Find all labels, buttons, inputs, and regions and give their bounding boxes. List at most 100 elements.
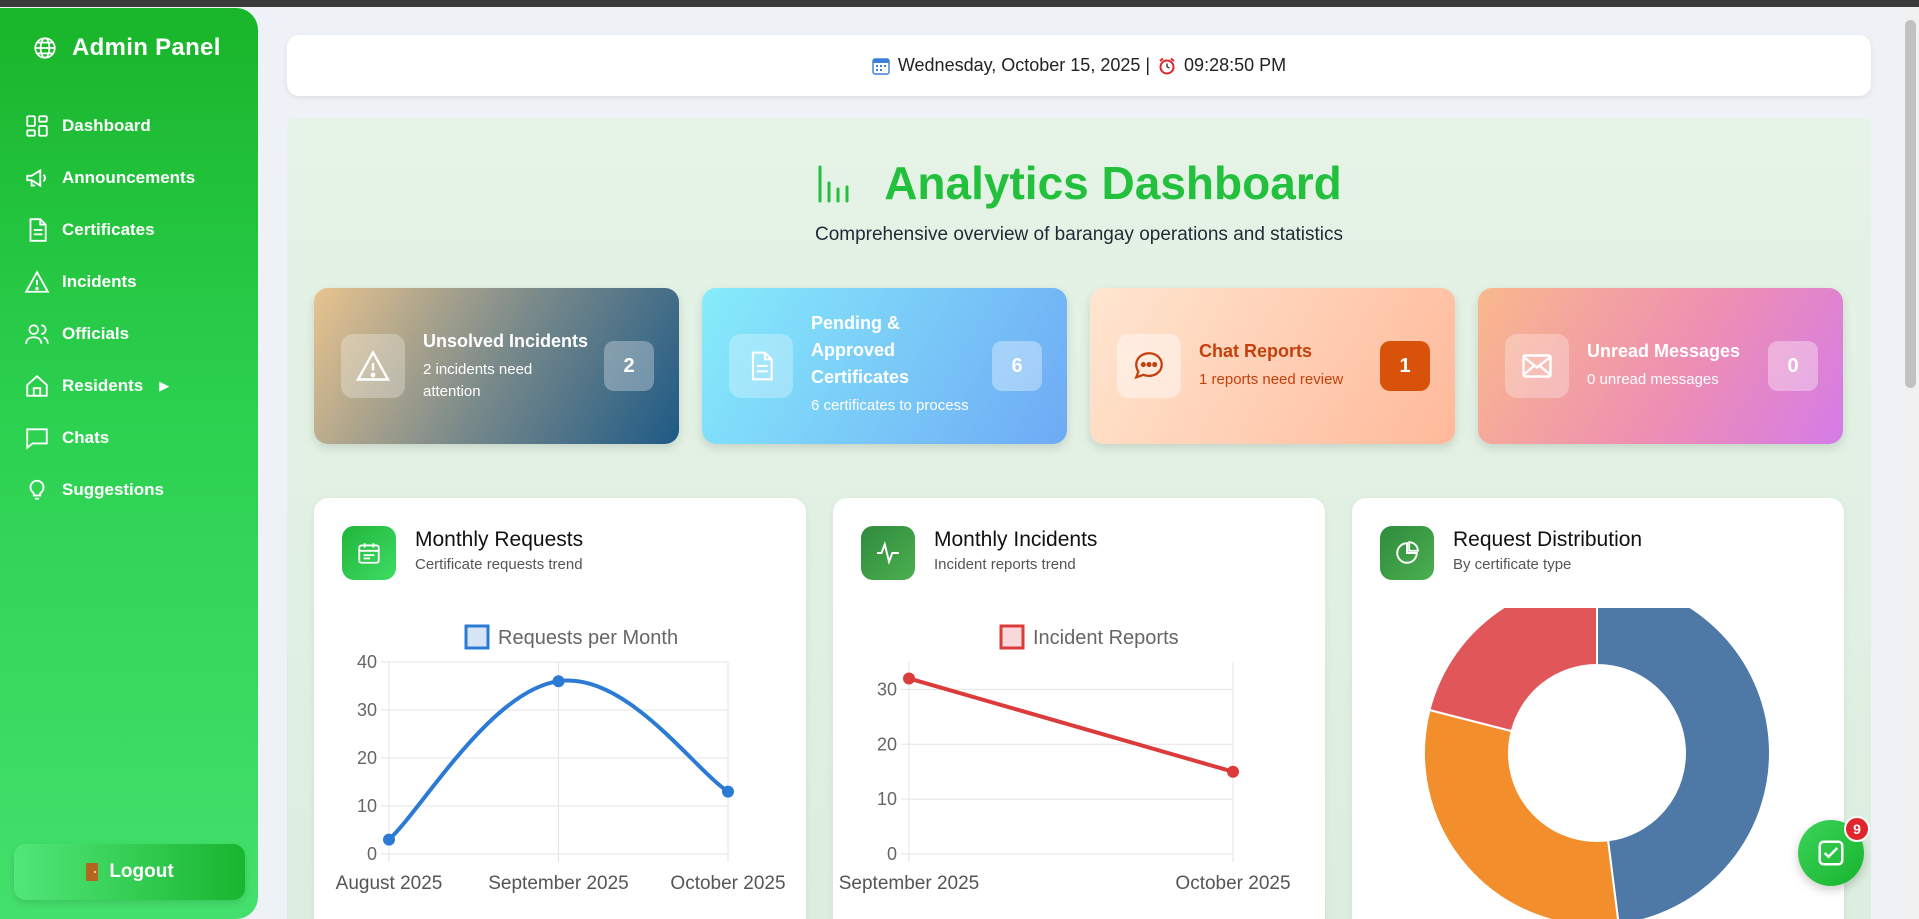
chat-icon: [26, 428, 48, 450]
data-point: [552, 675, 565, 688]
sidebar-item-dashboard[interactable]: Dashboard: [24, 100, 244, 152]
logout-label: Logout: [109, 861, 174, 882]
brand-title: Admin Panel: [72, 34, 221, 61]
chart-icon-box: [342, 526, 396, 580]
chart-subtitle: Incident reports trend: [934, 556, 1076, 573]
calendar-icon: [358, 543, 380, 564]
chart-subtitle: Certificate requests trend: [415, 556, 583, 573]
sidebar-item-chats[interactable]: Chats: [24, 412, 244, 464]
stat-text: Unsolved Incidents 2 incidents need atte…: [423, 328, 593, 403]
x-tick-label: October 2025: [670, 873, 785, 894]
chart-icon-box: [1380, 526, 1434, 580]
stat-icon-box: [1117, 334, 1181, 398]
stat-desc: 6 certificates to process: [811, 397, 969, 414]
sidebar-item-label: Dashboard: [62, 116, 151, 135]
sidebar-item-officials[interactable]: Officials: [24, 308, 244, 360]
stat-desc: 2 incidents need attention: [423, 361, 533, 400]
document-icon: [29, 218, 47, 242]
data-point: [722, 785, 734, 798]
caret-right-icon: ▶: [159, 378, 170, 393]
activity-icon: [877, 541, 899, 565]
analytics-panel: Analytics Dashboard Comprehensive overvi…: [287, 118, 1871, 919]
scrollbar-thumb[interactable]: [1905, 20, 1916, 388]
data-point: [1227, 765, 1239, 778]
y-tick-label: 0: [887, 844, 897, 864]
envelope-icon: [1522, 354, 1552, 378]
donut-slice: [1423, 708, 1619, 919]
sidebar-item-label: Incidents: [62, 272, 137, 291]
datetime-bar: Wednesday, October 15, 2025 | 09:28:50 P…: [287, 35, 1871, 96]
dashboard-icon: [26, 115, 48, 137]
stat-title: Chat Reports: [1199, 341, 1313, 361]
sidebar-item-label: Officials: [62, 324, 130, 343]
sidebar-item-certificates[interactable]: Certificates: [24, 204, 244, 256]
y-tick-label: 0: [367, 844, 377, 864]
sidebar-item-suggestions[interactable]: Suggestions: [24, 464, 244, 516]
distribution-donut-chart: [1423, 608, 1772, 919]
sidebar-item-label: Suggestions: [62, 480, 165, 499]
globe-icon: [34, 37, 56, 59]
page-title: Analytics Dashboard: [884, 157, 1342, 209]
home-icon: [26, 375, 48, 397]
stat-card-unsolved-incidents[interactable]: Unsolved Incidents 2 incidents need atte…: [314, 288, 679, 444]
stat-count-badge: 6: [992, 341, 1042, 391]
brand[interactable]: Admin Panel: [32, 34, 221, 62]
legend-label: Incident Reports: [1033, 627, 1179, 649]
legend-swatch: [999, 624, 1025, 650]
calendar-icon: [872, 57, 890, 75]
alarm-clock-icon: [1159, 57, 1175, 74]
sidebar-item-label: Certificates: [62, 220, 155, 239]
stat-title: Unread Messages: [1587, 341, 1741, 361]
requests-line-chart: Requests per Month 0 10 20 30 40 August 2025 Se…: [336, 624, 786, 894]
document-icon: [751, 351, 773, 381]
x-tick-label: September 2025: [488, 873, 629, 894]
warning-icon: [355, 350, 391, 381]
logout-button[interactable]: Logout: [14, 844, 245, 900]
browser-top-edge: [0, 0, 1919, 7]
legend-swatch: [464, 624, 490, 650]
chart-icon-box: [861, 526, 915, 580]
dashboard-header: Analytics Dashboard Comprehensive overvi…: [287, 156, 1871, 246]
sidebar-item-residents[interactable]: Residents ▶: [24, 360, 244, 412]
sidebar-item-label: Announcements: [62, 168, 196, 187]
stat-card-unread-messages[interactable]: Unread Messages 0 unread messages 0: [1478, 288, 1843, 444]
notification-badge: 9: [1844, 816, 1870, 842]
incidents-line-chart: Incident Reports 0 10 20 30 September 2025 Oct…: [839, 624, 1291, 894]
y-tick-label: 10: [877, 789, 897, 809]
y-tick-label: 40: [357, 652, 377, 672]
page-subtitle: Comprehensive overview of barangay opera…: [814, 224, 1344, 245]
page-title-row: Analytics Dashboard: [816, 156, 1342, 210]
y-tick-label: 20: [877, 734, 897, 754]
y-tick-label: 10: [357, 796, 377, 816]
chart-title: Request Distribution: [1453, 528, 1643, 551]
y-tick-label: 30: [877, 679, 897, 699]
chart-card-monthly-incidents: Monthly Incidents Incident reports trend…: [833, 498, 1325, 919]
checklist-icon: [1818, 840, 1844, 866]
stat-card-chat-reports[interactable]: Chat Reports 1 reports need review 1: [1090, 288, 1455, 444]
sidebar-item-announcements[interactable]: Announcements: [24, 152, 244, 204]
warning-icon: [24, 270, 50, 293]
stat-desc: 1 reports need review: [1199, 371, 1344, 388]
x-tick-label: September 2025: [839, 873, 980, 894]
chart-title: Monthly Requests: [415, 528, 584, 551]
stat-icon-box: [729, 334, 793, 398]
door-icon: [86, 863, 99, 881]
legend-label: Requests per Month: [498, 627, 678, 649]
pie-icon: [1396, 541, 1419, 564]
sidebar-item-label: Chats: [62, 428, 110, 447]
y-tick-label: 30: [357, 700, 377, 720]
sidebar-nav: Dashboard Announcements Certificates Inc…: [24, 100, 244, 516]
sidebar-item-label: Residents: [62, 376, 144, 395]
stat-text: Unread Messages 0 unread messages: [1587, 338, 1757, 391]
chart-card-request-distribution: Request Distribution By certificate type: [1352, 498, 1844, 919]
chat-dots-icon: [1134, 352, 1163, 380]
sidebar-item-incidents[interactable]: Incidents: [24, 256, 244, 308]
y-tick-label: 20: [357, 748, 377, 768]
stat-title: Unsolved Incidents: [423, 331, 589, 351]
sidebar: Admin Panel Dashboard Announcements Cert…: [0, 8, 258, 919]
stat-card-certificates[interactable]: Pending & Approved Certificates 6 certif…: [702, 288, 1067, 444]
chart-subtitle: By certificate type: [1453, 556, 1572, 573]
x-tick-label: August 2025: [336, 873, 443, 894]
lightbulb-icon: [29, 479, 45, 500]
donut-slice: [1596, 608, 1772, 919]
